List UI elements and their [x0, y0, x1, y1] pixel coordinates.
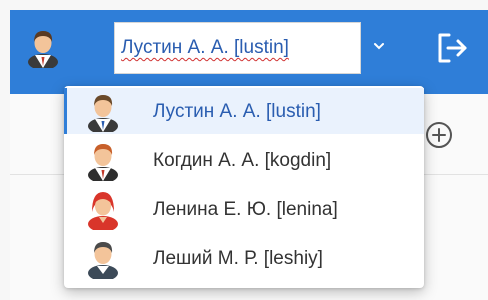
user-option-label: Ленина Е. Ю. [lenina] — [153, 199, 338, 220]
user-option-lenina[interactable]: Ленина Е. Ю. [lenina] — [64, 186, 424, 232]
user-option-label: Лустин А. А. [lustin] — [153, 101, 321, 122]
male-user-icon — [88, 95, 118, 132]
user-dropdown: Лустин А. А. [lustin] Когдин А. А. [kogd… — [64, 86, 424, 288]
left-margin — [0, 10, 10, 300]
plus-circle-icon[interactable] — [424, 120, 454, 150]
chevron-down-icon[interactable] — [372, 40, 386, 52]
user-option-kogdin[interactable]: Когдин А. А. [kogdin] — [64, 137, 424, 183]
female-user-icon — [88, 192, 118, 230]
male-user-icon — [28, 31, 58, 68]
user-select-value: Лустин А. А. [lustin] — [121, 37, 289, 58]
user-option-label: Леший М. Р. [leshiy] — [153, 248, 323, 269]
male-user-icon — [88, 144, 118, 181]
user-option-label: Когдин А. А. [kogdin] — [153, 150, 332, 171]
top-margin — [0, 0, 488, 10]
user-option-leshiy[interactable]: Леший М. Р. [leshiy] — [64, 235, 424, 281]
male-user-icon — [88, 242, 118, 279]
user-select[interactable]: Лустин А. А. [lustin] — [114, 22, 361, 74]
user-option-lustin[interactable]: Лустин А. А. [lustin] — [64, 88, 424, 134]
logout-icon[interactable] — [434, 30, 470, 66]
